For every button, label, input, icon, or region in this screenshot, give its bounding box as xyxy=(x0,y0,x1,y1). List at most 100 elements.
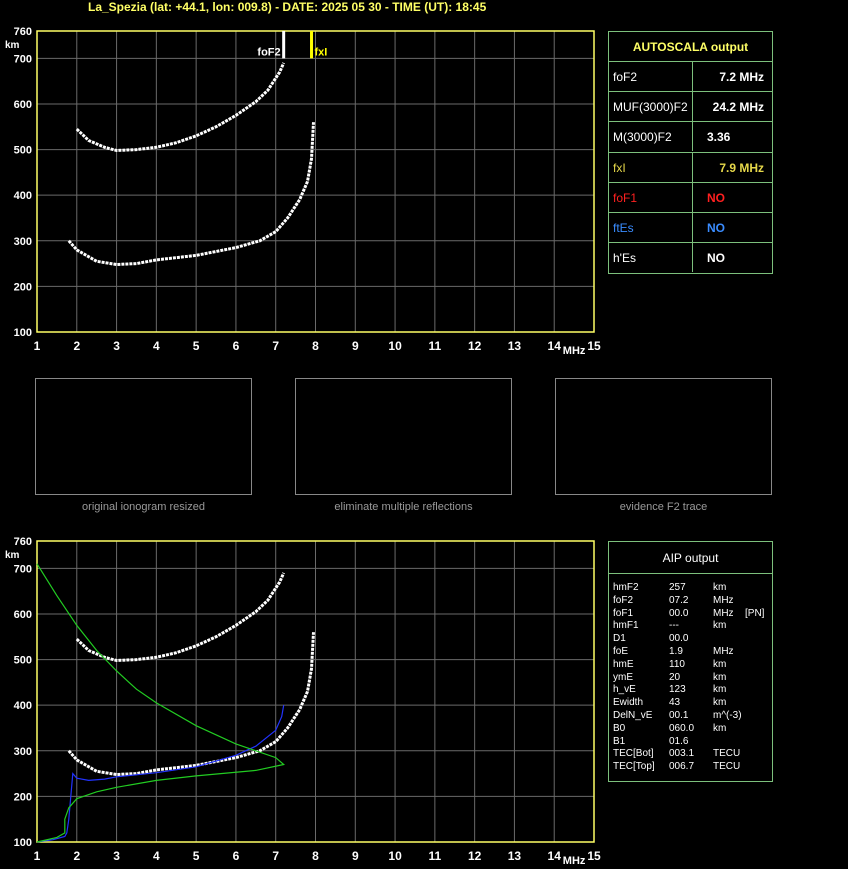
autoscala-row-divider xyxy=(608,212,773,213)
aip-label: foF2 xyxy=(613,594,634,606)
x-tick-label: 15 xyxy=(587,849,601,863)
x-tick-label: 3 xyxy=(113,849,120,863)
aip-value: 006.7 xyxy=(669,761,695,773)
autoscala-label: ftEs xyxy=(613,221,634,235)
x-tick-label: 13 xyxy=(508,849,522,863)
x-tick-label: 6 xyxy=(233,339,240,353)
x-tick-label: 5 xyxy=(193,339,200,353)
autoscala-column-divider xyxy=(692,151,693,182)
x-tick-label: 1 xyxy=(34,339,41,353)
aip-label: D1 xyxy=(613,633,626,645)
autoscala-label: MUF(3000)F2 xyxy=(613,100,688,115)
x-tick-label: 10 xyxy=(388,849,402,863)
aip-unit: km xyxy=(713,620,727,632)
x-tick-label: 2 xyxy=(73,849,80,863)
aip-value: 07.2 xyxy=(669,594,689,606)
x-tick-label: 8 xyxy=(312,849,319,863)
x-axis-label: MHz xyxy=(563,855,586,867)
y-tick-label: 200 xyxy=(14,281,32,293)
autoscala-column-divider xyxy=(692,212,693,242)
autoscala-label: M(3000)F2 xyxy=(613,130,672,145)
autoscala-value: 7.9 MHz xyxy=(719,160,764,175)
trace-3 xyxy=(36,705,285,843)
autoscala-value: NO xyxy=(707,251,725,266)
y-tick-label: 600 xyxy=(14,99,32,111)
autoscala-column-divider xyxy=(692,242,693,273)
thumbnail-f2-trace xyxy=(555,378,772,495)
aip-unit: TECU xyxy=(713,748,741,760)
x-tick-label: 12 xyxy=(468,849,482,863)
x-tick-label: 10 xyxy=(388,339,402,353)
x-tick-label: 14 xyxy=(548,849,562,863)
marker-label: foF2 xyxy=(257,46,280,58)
x-axis-label: MHz xyxy=(563,345,586,357)
autoscala-value: NO xyxy=(707,190,725,205)
x-tick-label: 5 xyxy=(193,849,200,863)
aip-unit: km xyxy=(713,684,727,696)
x-tick-label: 11 xyxy=(429,339,442,353)
y-tick-label: 500 xyxy=(14,655,32,667)
autoscala-column-divider xyxy=(692,181,693,212)
aip-value: 1.9 xyxy=(669,646,683,657)
x-tick-label: 9 xyxy=(352,849,359,863)
autoscala-value: 7.2 MHz xyxy=(719,70,764,84)
aip-label: B0 xyxy=(613,722,626,734)
autoscala-label: foF2 xyxy=(613,70,638,84)
aip-unit: m^(-3) xyxy=(713,710,742,721)
thumbnail-caption: original ionogram resized xyxy=(82,501,205,513)
y-tick-label: 500 xyxy=(14,145,32,157)
y-tick-label: 760 xyxy=(14,26,32,38)
aip-extra: [PN] xyxy=(745,607,765,619)
autoscala-label: h'Es xyxy=(613,251,636,266)
y-tick-label: 100 xyxy=(14,837,32,849)
aip-unit: MHz xyxy=(713,646,734,657)
aip-label: ymE xyxy=(613,671,633,683)
trace-2 xyxy=(75,62,286,153)
x-tick-label: 2 xyxy=(73,339,80,353)
y-tick-label: 300 xyxy=(14,746,32,758)
y-tick-label: 200 xyxy=(14,791,32,803)
x-tick-label: 8 xyxy=(312,339,319,353)
autoscala-row-divider xyxy=(608,151,773,153)
y-tick-label: 300 xyxy=(14,236,32,248)
x-tick-label: 9 xyxy=(352,339,359,353)
aip-unit: TECU xyxy=(713,761,741,773)
y-tick-label: 700 xyxy=(14,563,32,575)
autoscala-value: 3.36 xyxy=(707,130,731,145)
aip-value: 20 xyxy=(669,671,681,683)
autoscala-column-divider xyxy=(692,121,693,152)
trace-2 xyxy=(75,572,286,663)
x-tick-label: 14 xyxy=(548,339,562,353)
x-tick-label: 15 xyxy=(587,339,601,353)
aip-value: 00.1 xyxy=(669,710,689,721)
y-tick-label: 700 xyxy=(14,53,32,65)
aip-unit: km xyxy=(713,582,727,593)
thumbnail-caption: eliminate multiple reflections xyxy=(334,501,473,513)
x-tick-label: 7 xyxy=(272,849,279,863)
aip-label: hmF2 xyxy=(613,582,639,593)
aip-label: TEC[Top] xyxy=(613,761,655,773)
x-tick-label: 7 xyxy=(272,339,279,353)
thumbnail-eliminated xyxy=(295,378,512,495)
aip-unit: km xyxy=(713,658,727,670)
thumbnail-caption: evidence F2 trace xyxy=(619,501,708,513)
y-axis-label: km xyxy=(5,550,20,561)
autoscala-column-divider xyxy=(692,61,693,91)
x-tick-label: 4 xyxy=(153,849,160,863)
aip-unit: MHz xyxy=(713,607,734,619)
aip-title: AIP output xyxy=(662,551,719,565)
aip-value: 123 xyxy=(669,684,686,696)
aip-unit: km xyxy=(713,697,727,709)
aip-value: 060.0 xyxy=(669,722,695,734)
aip-value: 003.1 xyxy=(669,748,695,760)
autoscala-column-divider xyxy=(692,91,693,122)
autoscala-row-divider xyxy=(608,91,773,93)
autoscala-value: NO xyxy=(707,221,725,235)
x-tick-label: 13 xyxy=(508,339,522,353)
y-tick-label: 100 xyxy=(14,327,32,339)
aip-value: 00.0 xyxy=(669,633,689,645)
aip-value: 43 xyxy=(669,697,681,709)
y-tick-label: 760 xyxy=(14,536,32,548)
aip-unit: km xyxy=(713,671,727,683)
y-tick-label: 600 xyxy=(14,609,32,621)
